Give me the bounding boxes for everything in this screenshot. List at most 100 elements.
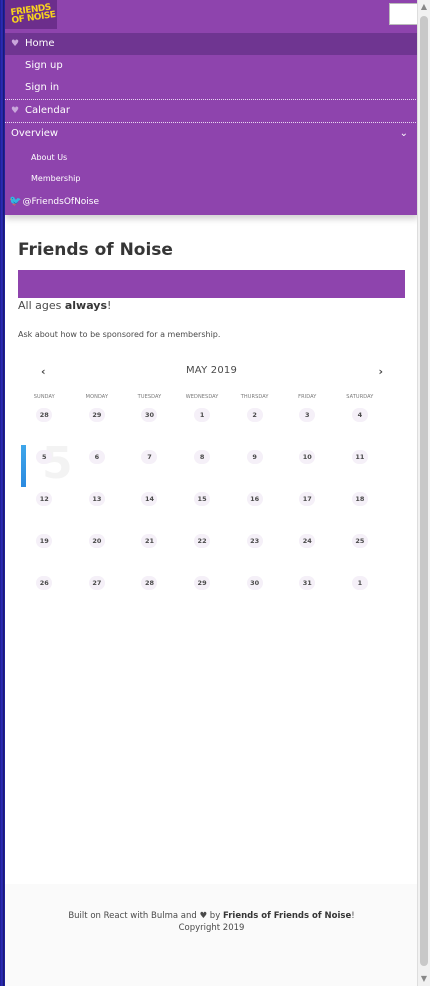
calendar-day[interactable]: 6 <box>71 450 124 492</box>
logo-text: FRIENDS OF NOISE <box>9 2 57 27</box>
calendar-day[interactable]: 27 <box>71 576 124 618</box>
next-month-button[interactable]: › <box>378 365 383 378</box>
calendar-day[interactable]: 29 <box>71 408 124 450</box>
calendar-day[interactable]: 28 <box>123 576 176 618</box>
calendar-day[interactable]: 18 <box>334 492 387 534</box>
day-number: 22 <box>194 534 211 548</box>
heart-icon: ♥ <box>11 39 20 49</box>
nav-item-home[interactable]: ♥ Home <box>5 33 418 55</box>
calendar-day[interactable]: 23 <box>228 534 281 576</box>
weekday-label: SUNDAY <box>33 394 55 400</box>
calendar-day[interactable]: 22 <box>176 534 229 576</box>
scrollbar-thumb[interactable] <box>420 16 428 966</box>
weekday-row: SUNDAY MONDAY TUESDAY WEDNESDAY THURSDAY FRID… <box>18 394 405 400</box>
day-number: 15 <box>194 492 211 506</box>
calendar-day[interactable]: 55 <box>18 442 73 492</box>
day-number: 23 <box>246 534 263 548</box>
hero-banner <box>18 270 405 298</box>
weekday-label: FRIDAY <box>298 394 317 400</box>
brand-logo[interactable]: FRIENDS OF NOISE <box>5 0 57 29</box>
day-number: 6 <box>88 450 105 464</box>
calendar-day[interactable]: 9 <box>228 450 281 492</box>
day-number: 18 <box>351 492 368 506</box>
day-number: 11 <box>351 450 368 464</box>
calendar-day[interactable]: 31 <box>281 576 334 618</box>
day-number: 8 <box>194 450 211 464</box>
tagline-prefix: All ages <box>18 299 65 312</box>
calendar-day[interactable]: 15 <box>176 492 229 534</box>
calendar-day[interactable]: 1 <box>334 576 387 618</box>
chevron-down-icon: ⌄ <box>399 128 408 139</box>
calendar-day[interactable]: 2 <box>228 408 281 450</box>
day-number: 12 <box>36 492 53 506</box>
scroll-down-arrow-icon[interactable]: ▼ <box>418 972 430 986</box>
page-title: Friends of Noise <box>18 240 173 260</box>
calendar-day[interactable]: 13 <box>71 492 124 534</box>
footer-credit: Built on React with Bulma and ♥ by Frien… <box>5 911 418 921</box>
calendar-day[interactable]: 24 <box>281 534 334 576</box>
membership-note: Ask about how to be sponsored for a memb… <box>18 330 221 339</box>
day-number: 1 <box>351 576 368 590</box>
top-navbar: FRIENDS OF NOISE <box>5 0 418 33</box>
calendar-day[interactable]: 25 <box>334 534 387 576</box>
weekday-label: WEDNESDAY <box>185 394 219 400</box>
tagline-emphasis: always <box>64 299 108 312</box>
day-number: 13 <box>88 492 105 506</box>
nav-item-sign-up[interactable]: Sign up <box>5 55 418 77</box>
calendar-day[interactable]: 21 <box>123 534 176 576</box>
day-number: 10 <box>299 450 316 464</box>
tagline-suffix: ! <box>107 299 112 312</box>
calendar-day[interactable]: 20 <box>71 534 124 576</box>
nav-item-label: Sign up <box>25 60 63 71</box>
calendar-day[interactable]: 12 <box>18 492 71 534</box>
calendar-day[interactable]: 8 <box>176 450 229 492</box>
day-number: 24 <box>299 534 316 548</box>
nav-item-membership[interactable]: Membership <box>5 168 418 189</box>
nav-item-about-us[interactable]: About Us <box>5 147 418 168</box>
search-input[interactable] <box>389 3 418 25</box>
tagline: All ages always! <box>18 299 405 312</box>
calendar-day[interactable]: 16 <box>228 492 281 534</box>
footer-text: Built on React with Bulma and <box>68 911 200 921</box>
calendar-day[interactable]: 1 <box>176 408 229 450</box>
day-number: 3 <box>299 408 316 422</box>
heart-icon: ♥ <box>199 911 208 921</box>
twitter-handle: @FriendsOfNoise <box>22 197 100 207</box>
calendar-day[interactable]: 30 <box>123 408 176 450</box>
today-large-number: 5 <box>42 438 73 489</box>
day-number: 29 <box>194 576 211 590</box>
calendar-day[interactable]: 30 <box>228 576 281 618</box>
nav-dropdown-overview[interactable]: Overview ⌄ <box>5 122 418 145</box>
day-number: 25 <box>351 534 368 548</box>
calendar-day[interactable]: 4 <box>334 408 387 450</box>
calendar-day[interactable]: 3 <box>281 408 334 450</box>
nav-item-calendar[interactable]: ♥ Calendar <box>5 99 418 122</box>
weekday-label: TUESDAY <box>137 394 162 400</box>
calendar-header: ‹ MAY 2019 › <box>18 365 405 389</box>
nav-item-sign-in[interactable]: Sign in <box>5 77 418 99</box>
day-number: 26 <box>36 576 53 590</box>
scroll-up-arrow-icon[interactable]: ▲ <box>418 0 430 14</box>
day-number: 14 <box>141 492 158 506</box>
scrollbar[interactable]: ▲ ▼ <box>417 0 430 986</box>
calendar-day[interactable]: 19 <box>18 534 71 576</box>
day-number: 7 <box>141 450 158 464</box>
calendar-day[interactable]: 14 <box>123 492 176 534</box>
calendar: ‹ MAY 2019 › SUNDAY MONDAY TUESDAY WEDNESDA… <box>18 365 405 615</box>
calendar-day[interactable]: 11 <box>334 450 387 492</box>
calendar-day[interactable]: 29 <box>176 576 229 618</box>
calendar-day[interactable]: 17 <box>281 492 334 534</box>
calendar-grid: 28 29 30 1 2 3 4 5 5 6 7 8 9 10 11 12 13 14 15 16 17 18 19 20 21… <box>18 408 405 618</box>
footer-copyright: Copyright 2019 <box>178 923 245 933</box>
calendar-day[interactable]: 10 <box>281 450 334 492</box>
day-number: 16 <box>246 492 263 506</box>
day-number: 5 <box>36 450 53 464</box>
footer-text: ! <box>351 911 355 921</box>
calendar-day[interactable]: 26 <box>18 576 71 618</box>
footer-org-name: Friends of Friends of Noise <box>222 911 352 921</box>
day-number: 28 <box>36 408 53 422</box>
calendar-day[interactable]: 7 <box>123 450 176 492</box>
nav-item-label: Overview <box>11 128 59 139</box>
day-number: 29 <box>88 408 105 422</box>
twitter-link[interactable]: 🐦@FriendsOfNoise <box>5 189 418 215</box>
